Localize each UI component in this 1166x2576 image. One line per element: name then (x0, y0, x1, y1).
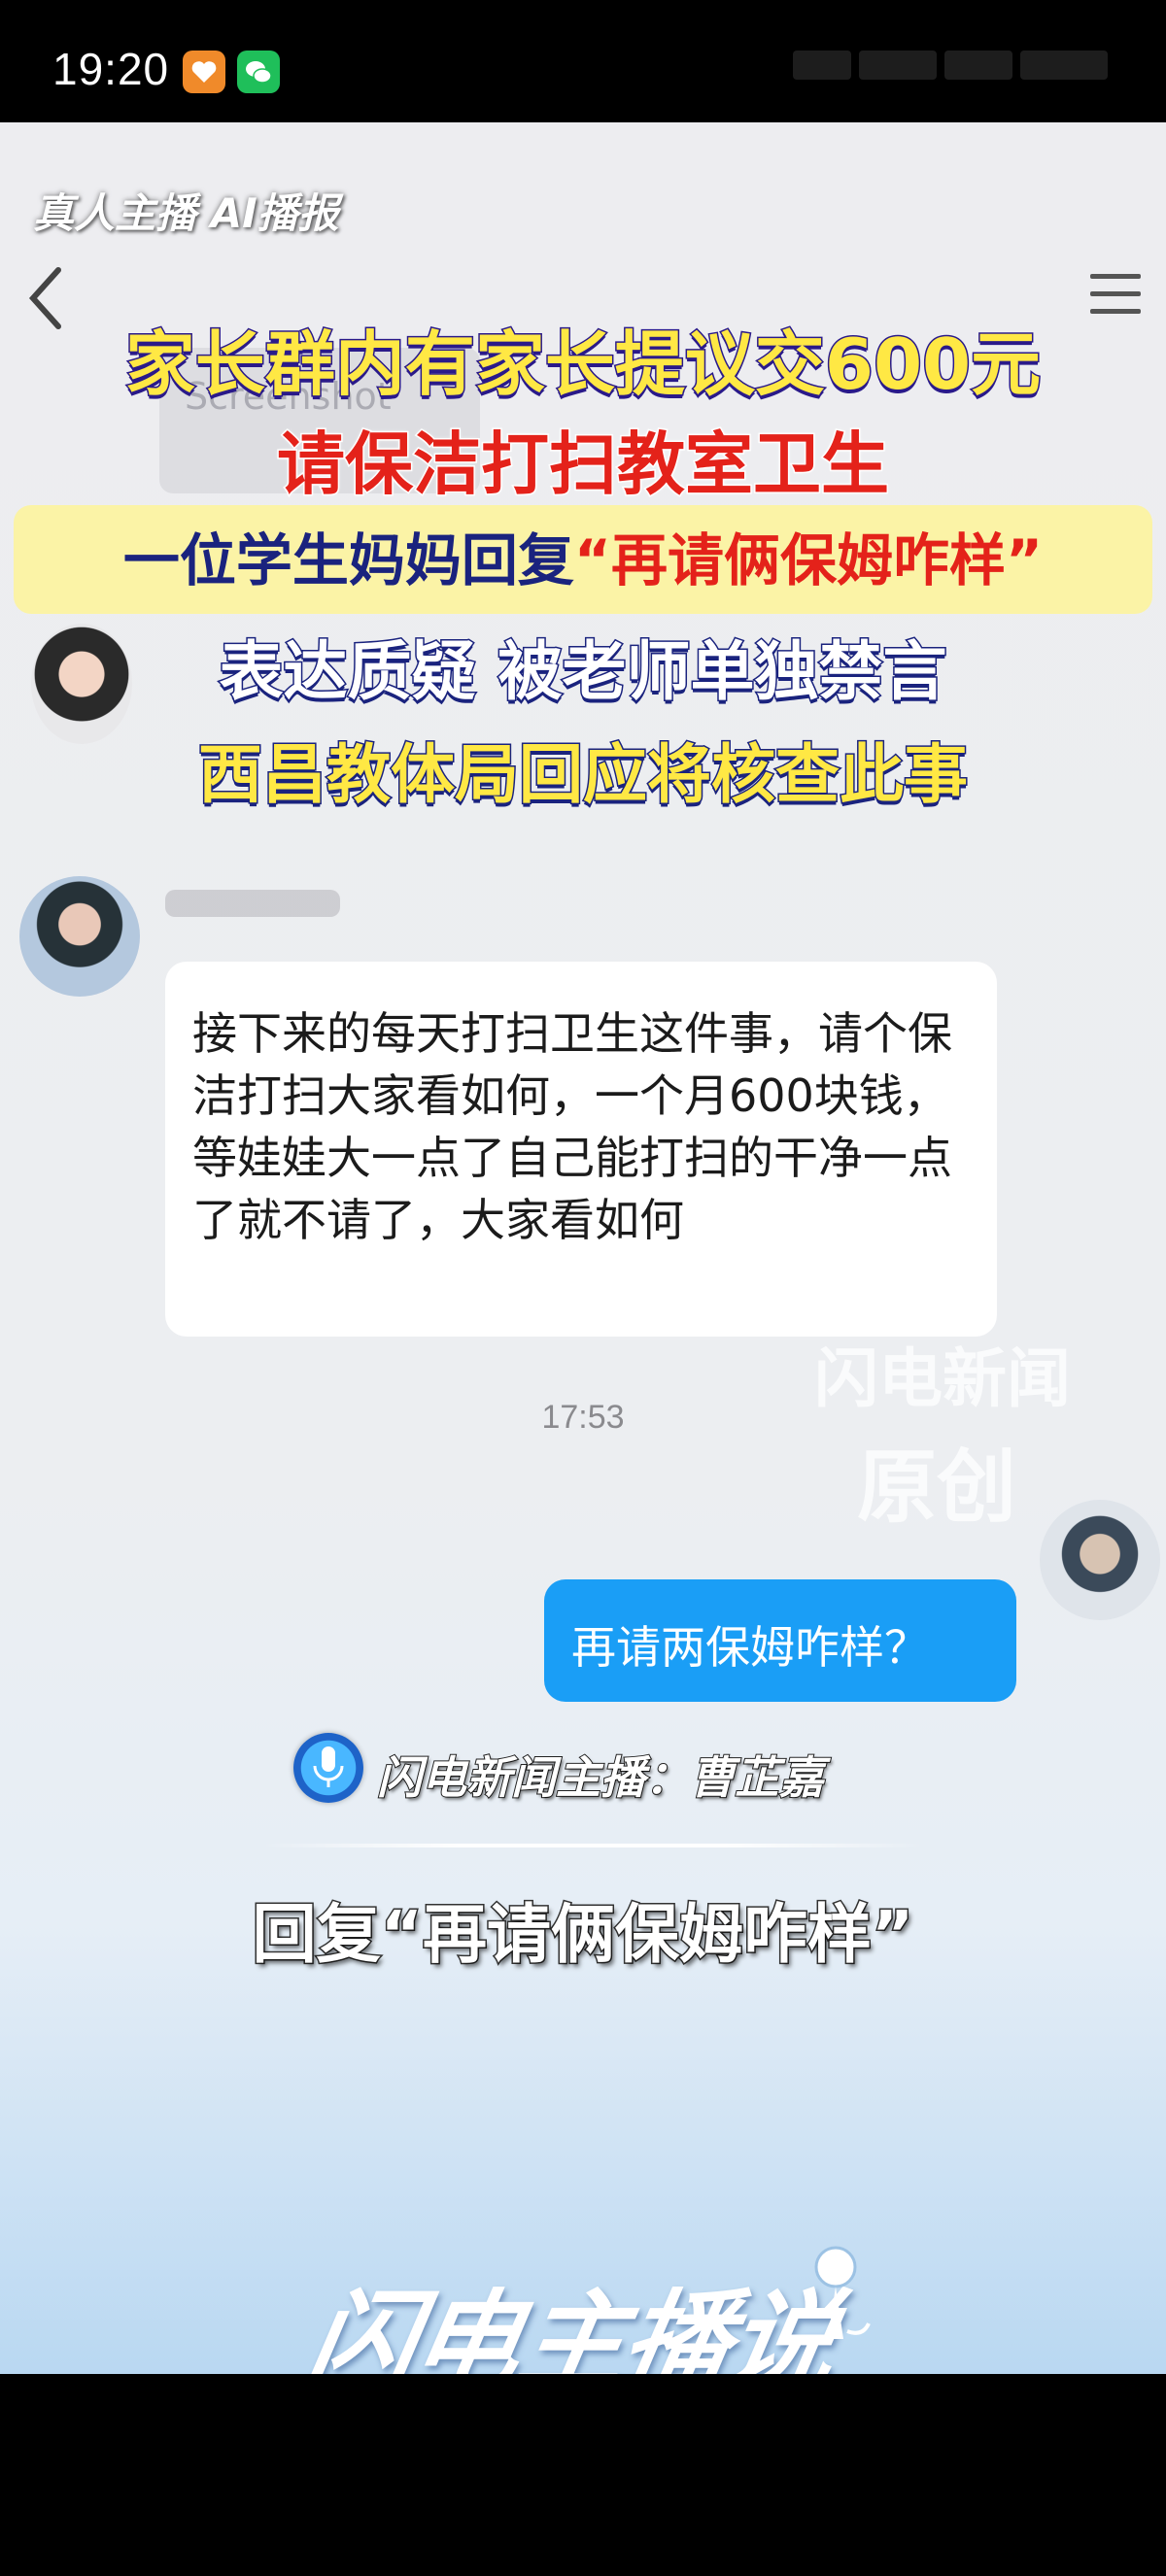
avatar[interactable] (31, 624, 132, 744)
avatar[interactable] (19, 876, 140, 997)
microphone-icon (797, 2242, 874, 2362)
message-text: 再请两保姆咋样？ (571, 1621, 929, 1674)
wechat-icon (237, 51, 280, 93)
message-text: 接下来的每天打扫卫生这件事，请个保洁打扫大家看如何，一个月600块钱，等娃娃大一… (192, 1007, 952, 1246)
headline-line3: 一位学生妈妈回复“再请俩保姆咋样” (0, 515, 1166, 596)
avatar[interactable] (1040, 1500, 1160, 1620)
audio-wave (262, 1826, 923, 1865)
message-bubble-left[interactable]: 接下来的每天打扫卫生这件事，请个保洁打扫大家看如何，一个月600块钱，等娃娃大一… (165, 962, 997, 1337)
message-bubble-right[interactable]: 再请两保姆咋样？ (544, 1579, 1016, 1702)
headline-line2: 请保洁打扫教室卫生 (276, 424, 891, 506)
anchor-name: 闪电新闻主播：曹芷嘉 (376, 1750, 825, 1805)
logo-text: 闪电主播说 (297, 2279, 845, 2374)
watermark: 闪电新闻 原创 (814, 1327, 1071, 1538)
headline-line4: 表达质疑 被老师单独禁言 (218, 633, 948, 711)
notification-app-icon (183, 51, 225, 93)
headline-line3-prefix: 一位学生妈妈回复 (122, 527, 574, 593)
video-frame[interactable]: 真人主播 AI播报 Screenshot 家长群内有家长提议交600元 请保洁打… (0, 122, 1166, 2374)
sender-name-blurred (165, 890, 340, 917)
headline-line1: 家长群内有家长提议交600元 (123, 322, 1042, 407)
status-right-icons (793, 51, 1123, 89)
bottom-bar (0, 2374, 1166, 2576)
status-time: 19:20 (52, 44, 170, 94)
headline-line3-quote: “再请俩保姆咋样” (573, 527, 1044, 593)
subtitle: 回复“再请俩保姆咋样” (251, 1896, 915, 1974)
watermark-line1: 闪电新闻 (814, 1341, 1071, 1416)
microphone-icon (293, 1733, 363, 1803)
status-bar: 19:20 (0, 0, 1166, 122)
watermark-line2: 原创 (857, 1441, 1017, 1534)
headline-line5: 西昌教体局回应将核查此事 (197, 736, 970, 814)
overlay-tag: 真人主播 AI播报 (33, 189, 339, 237)
